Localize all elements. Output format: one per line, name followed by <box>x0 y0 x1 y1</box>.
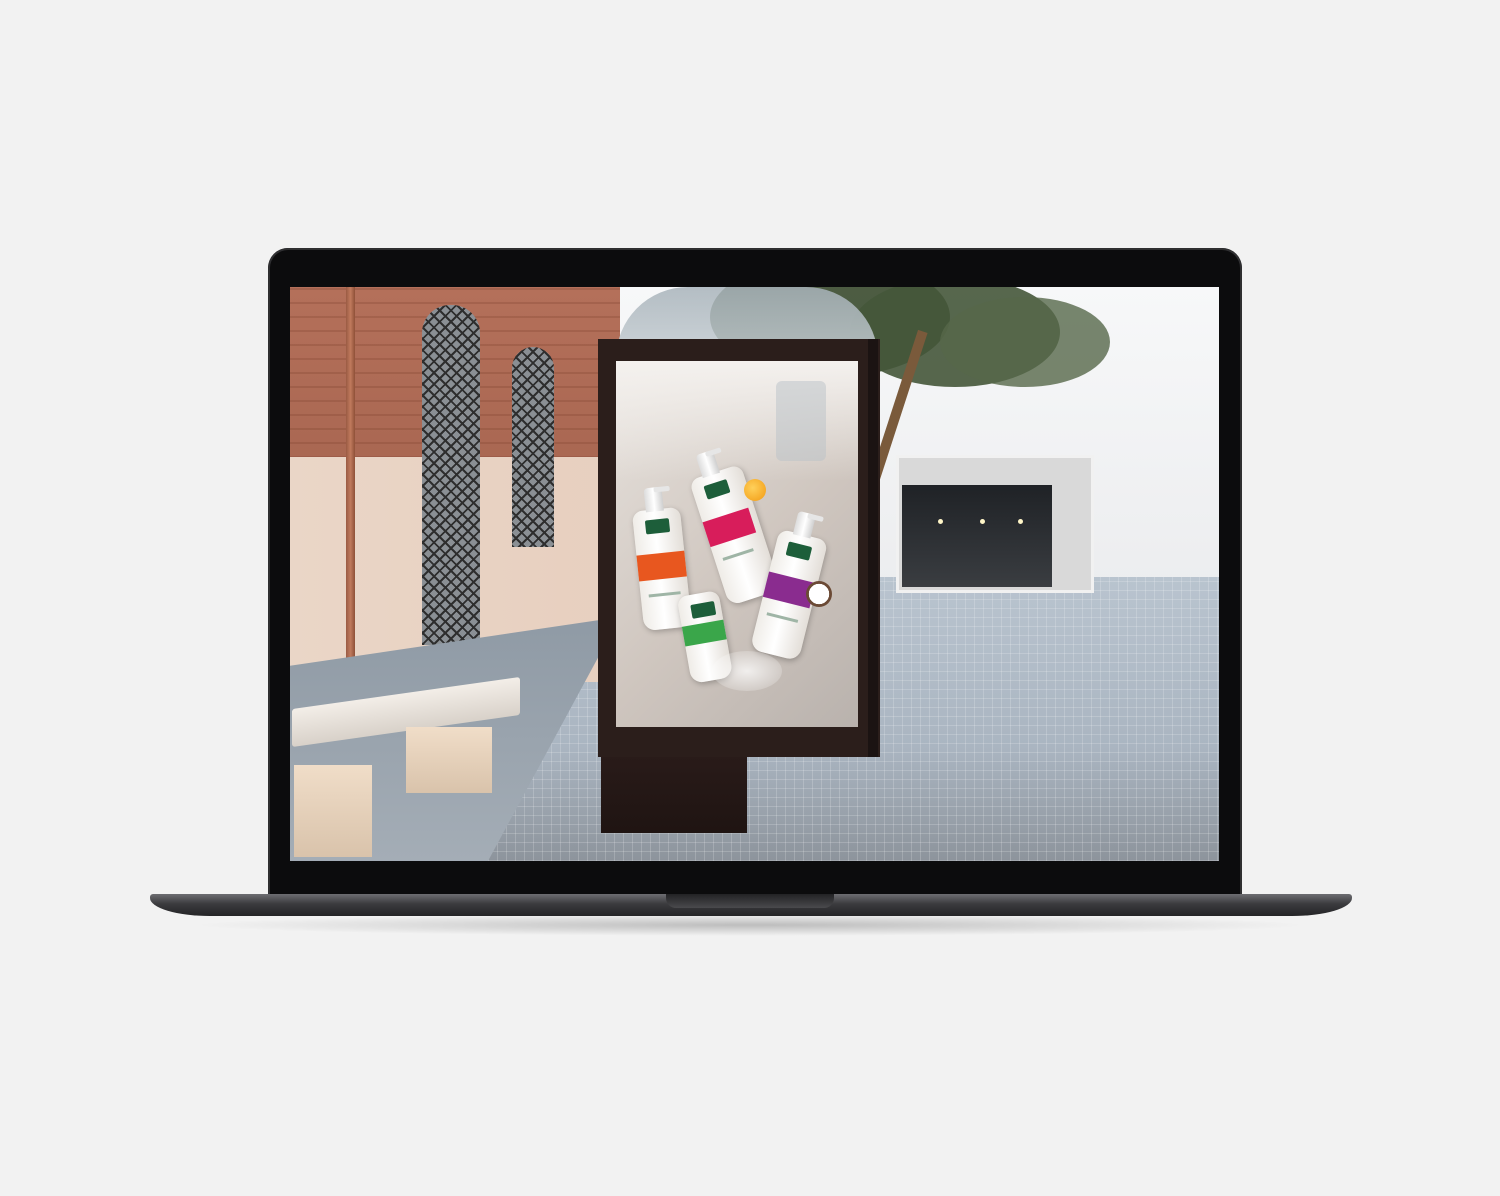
product-label-band <box>681 619 727 647</box>
brand-logo <box>690 600 717 619</box>
ceiling-light <box>938 519 943 524</box>
laptop-shadow <box>190 914 1310 936</box>
ceiling-light <box>980 519 985 524</box>
station-opening <box>902 485 1052 587</box>
brand-logo <box>785 541 813 561</box>
orange-slice <box>744 479 766 501</box>
billboard-side <box>868 339 878 757</box>
bench-leg <box>294 765 372 857</box>
tree-canopy <box>940 297 1110 387</box>
window-grille <box>422 305 480 645</box>
bench-leg <box>406 727 492 793</box>
label-lines <box>648 591 681 598</box>
brand-logo <box>644 518 671 535</box>
billboard-ad-panel <box>616 361 858 727</box>
ad-background-window <box>776 381 826 461</box>
brand-logo <box>703 478 731 500</box>
window-grille <box>512 347 554 547</box>
coconut-half <box>806 581 832 607</box>
label-lines <box>766 612 799 623</box>
ceiling-light <box>1018 519 1023 524</box>
product-label-band <box>636 550 687 582</box>
bottle-spout <box>653 485 670 493</box>
drainpipe <box>346 287 355 672</box>
label-lines <box>722 548 754 561</box>
laptop-screen <box>290 287 1219 861</box>
product-label-band <box>702 507 757 548</box>
water-splash <box>712 651 782 691</box>
laptop-mockup <box>0 0 1500 1196</box>
laptop-opening-notch <box>666 894 834 908</box>
